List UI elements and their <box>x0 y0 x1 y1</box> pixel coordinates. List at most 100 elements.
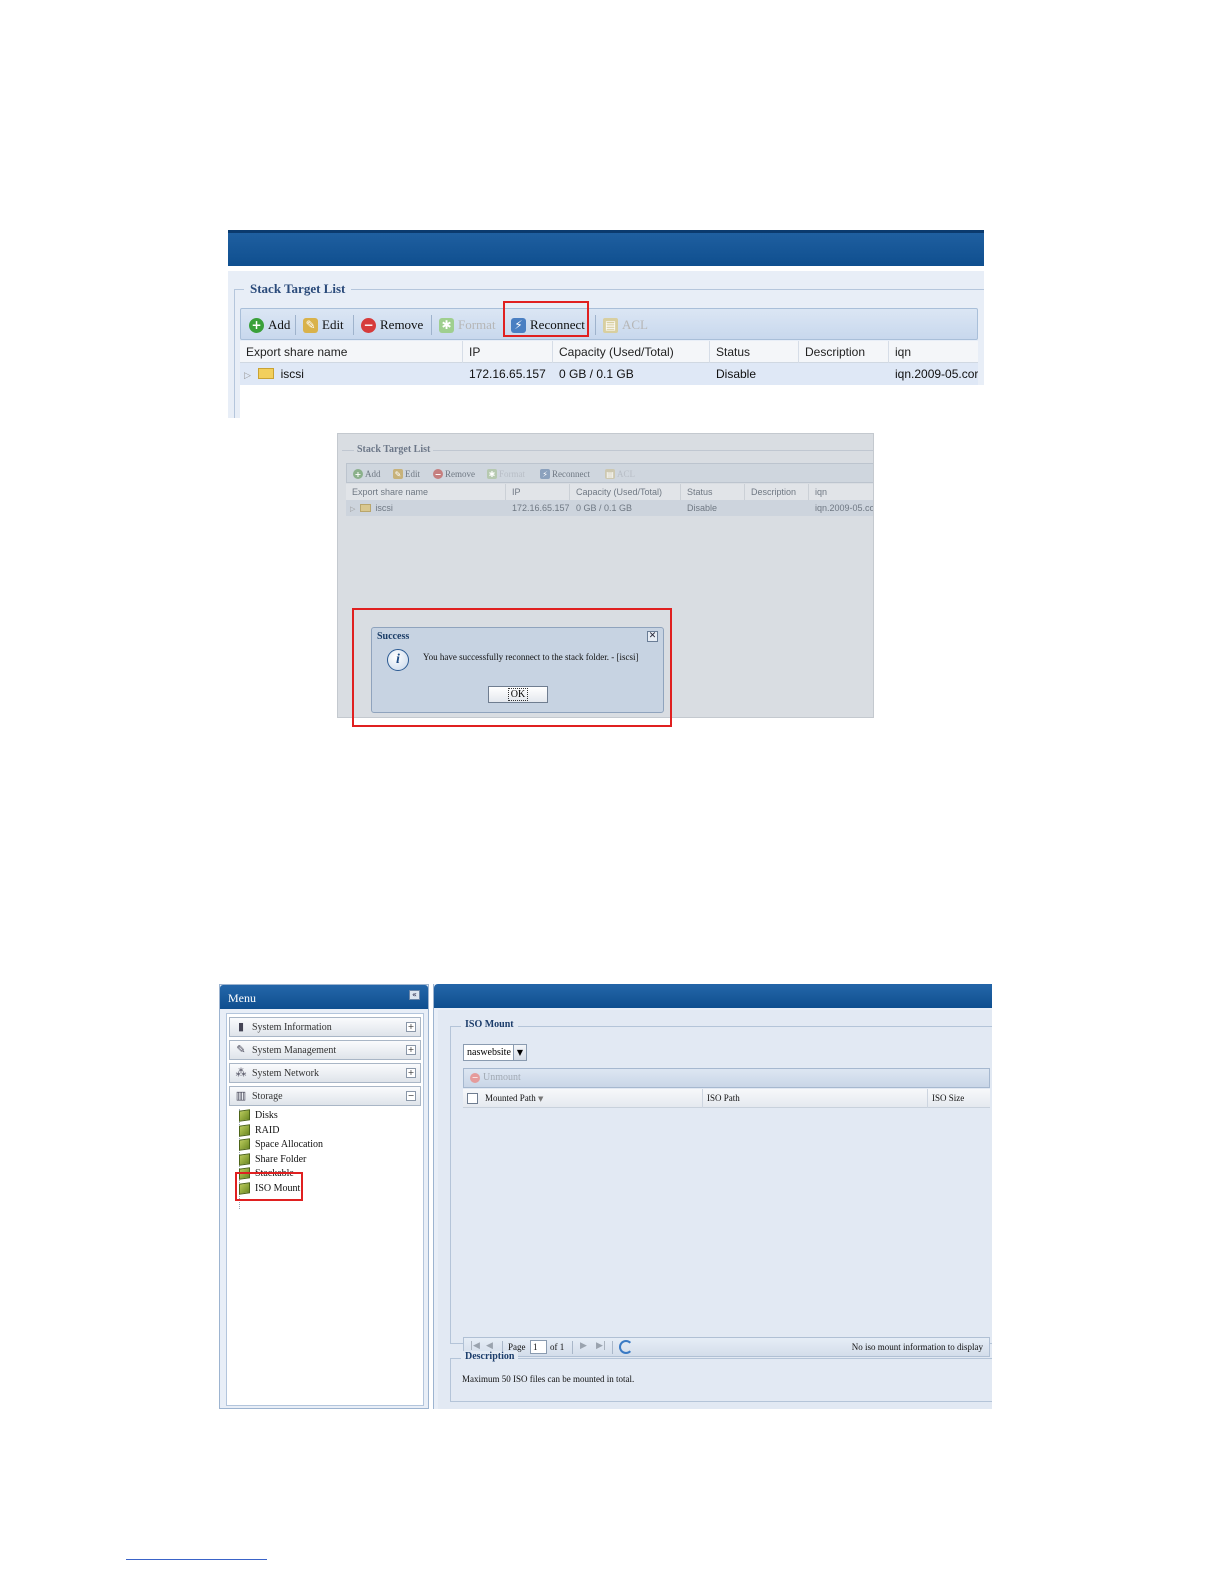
iso-mount-highlight <box>235 1172 303 1201</box>
column-header[interactable]: IP <box>506 484 570 500</box>
collapse-section-icon[interactable]: − <box>406 1091 416 1101</box>
status-cell: Disable <box>716 367 757 381</box>
sidebar-item-share-folder[interactable]: Share Folder <box>237 1153 306 1167</box>
header-bar <box>434 984 992 1008</box>
column-header[interactable]: Status <box>710 341 799 363</box>
description-cell <box>745 500 809 516</box>
reconnect-highlight <box>503 301 589 337</box>
panel-title: Stack Target List <box>354 444 434 455</box>
remove-button[interactable]: − Remove <box>361 314 423 336</box>
expand-icon[interactable]: + <box>406 1022 416 1032</box>
column-header[interactable]: Capacity (Used/Total) <box>570 484 681 500</box>
folder-icon <box>359 504 371 512</box>
remove-icon: − <box>361 317 376 333</box>
cube-icon <box>239 1138 250 1151</box>
toolbar: + Add ✎ Edit − Remove ✱ Format ⚡ Reconne… <box>346 463 873 483</box>
collapse-icon[interactable]: « <box>409 990 420 1000</box>
column-header[interactable]: Mounted Path ▼ <box>481 1089 703 1108</box>
pager-info: No iso mount information to display <box>851 1342 983 1352</box>
menu-title: Menu « <box>220 985 428 1009</box>
next-page-icon[interactable]: ▶ <box>580 1341 587 1351</box>
add-button[interactable]: + Add <box>353 466 381 482</box>
sidebar-item-space-allocation[interactable]: Space Allocation <box>237 1138 323 1152</box>
description-cell <box>799 363 889 385</box>
wrench-icon: ✎ <box>236 1043 246 1056</box>
column-header[interactable]: ISO Path <box>703 1089 928 1108</box>
chevron-down-icon: ▼ <box>513 1045 526 1060</box>
iqn-cell: iqn.2009-05.cor <box>815 503 874 513</box>
page-input[interactable]: 1 <box>530 1340 547 1354</box>
pagination-bar: |◀ ◀ Page 1 of 1 ▶ ▶| No iso mount infor… <box>463 1337 990 1357</box>
format-icon: ✱ <box>487 469 497 479</box>
ip-cell: 172.16.65.157 <box>512 503 570 513</box>
description-text: Maximum 50 ISO files can be mounted in t… <box>462 1374 635 1384</box>
column-header[interactable]: Capacity (Used/Total) <box>553 341 710 363</box>
sidebar-section-system-information[interactable]: ▮ System Information + <box>229 1017 421 1037</box>
column-header[interactable]: iqn <box>889 341 978 363</box>
folder-icon <box>258 368 275 379</box>
edit-button[interactable]: ✎ Edit <box>393 466 420 482</box>
add-button[interactable]: + Add <box>249 314 290 336</box>
column-header[interactable]: Export share name <box>240 341 463 363</box>
unmount-button[interactable]: − Unmount <box>470 1072 521 1083</box>
share-select[interactable]: naswebsite ▼ <box>463 1044 527 1061</box>
sidebar-item-raid[interactable]: RAID <box>237 1124 279 1138</box>
last-page-icon[interactable]: ▶| <box>596 1341 606 1351</box>
ip-cell: 172.16.65.157 <box>469 367 546 381</box>
panel-title: ISO Mount <box>461 1019 518 1030</box>
network-icon: ⁂ <box>235 1066 247 1079</box>
edit-icon: ✎ <box>393 469 403 479</box>
footnote-rule <box>126 1559 267 1560</box>
capacity-cell: 0 GB / 0.1 GB <box>576 503 633 513</box>
edit-button[interactable]: ✎ Edit <box>303 314 344 336</box>
iqn-cell: iqn.2009-05.cor <box>895 367 978 381</box>
sidebar-section-system-management[interactable]: ✎ System Management + <box>229 1040 421 1060</box>
cube-icon <box>239 1109 250 1122</box>
toolbar: + Add ✎ Edit − Remove ✱ Format ⚡ Reconne… <box>240 308 978 340</box>
column-header[interactable]: Export share name <box>346 484 506 500</box>
column-header[interactable]: IP <box>463 341 553 363</box>
sidebar-section-storage[interactable]: ▥ Storage − <box>229 1086 421 1106</box>
remove-button[interactable]: − Remove <box>433 466 475 482</box>
status-cell: Disable <box>687 503 718 513</box>
column-header[interactable]: Description <box>745 484 809 500</box>
stack-target-screenshot: Stack Target List + Add ✎ Edit − Remove … <box>228 230 984 418</box>
first-page-icon[interactable]: |◀ <box>470 1341 480 1351</box>
edit-icon: ✎ <box>303 317 318 333</box>
expand-icon[interactable]: + <box>406 1045 416 1055</box>
sort-arrow-icon: ▼ <box>538 1095 544 1103</box>
prev-page-icon[interactable]: ◀ <box>486 1341 493 1351</box>
column-header[interactable]: Description <box>799 341 889 363</box>
acl-button[interactable]: ▤ ACL <box>605 466 635 482</box>
refresh-icon[interactable] <box>619 1340 633 1354</box>
dialog-highlight <box>352 608 672 727</box>
add-icon: + <box>249 317 264 333</box>
column-header[interactable]: iqn <box>809 484 873 500</box>
cube-icon <box>239 1124 250 1137</box>
table-row[interactable]: ▷ iscsi 172.16.65.157 0 GB / 0.1 GB Disa… <box>240 363 978 385</box>
info-icon: ▮ <box>237 1020 245 1033</box>
header-bar <box>228 230 984 266</box>
sidebar-item-disks[interactable]: Disks <box>237 1109 278 1123</box>
stack-target-panel: Stack Target List + Add ✎ Edit − Remove … <box>228 271 984 418</box>
reconnect-icon: ⚡ <box>540 469 550 479</box>
acl-button[interactable]: ▤ ACL <box>603 314 648 336</box>
select-all-checkbox[interactable] <box>467 1093 478 1104</box>
format-button[interactable]: ✱ Format <box>487 466 525 482</box>
iso-toolbar: − Unmount <box>463 1068 990 1088</box>
reconnect-button[interactable]: ⚡ Reconnect <box>540 466 590 482</box>
format-icon: ✱ <box>439 317 454 333</box>
column-header[interactable]: Status <box>681 484 745 500</box>
expand-icon[interactable]: + <box>406 1068 416 1078</box>
table-header: Export share name IP Capacity (Used/Tota… <box>240 341 978 363</box>
table-row[interactable]: ▷ iscsi 172.16.65.157 0 GB / 0.1 GB Disa… <box>346 500 874 516</box>
table-header: Mounted Path ▼ ISO Path ISO Size <box>463 1089 990 1108</box>
expand-arrow-icon[interactable]: ▷ <box>350 505 355 513</box>
iso-mount-screenshot: Menu « ▮ System Information + ✎ System M… <box>219 984 992 1409</box>
sidebar-section-system-network[interactable]: ⁂ System Network + <box>229 1063 421 1083</box>
share-name: iscsi <box>375 503 393 513</box>
format-button[interactable]: ✱ Format <box>439 314 496 336</box>
main-content: ISO Mount naswebsite ▼ − Unmount Mounted… <box>433 984 992 1409</box>
expand-arrow-icon[interactable]: ▷ <box>244 371 251 381</box>
column-header[interactable]: ISO Size <box>928 1089 990 1108</box>
